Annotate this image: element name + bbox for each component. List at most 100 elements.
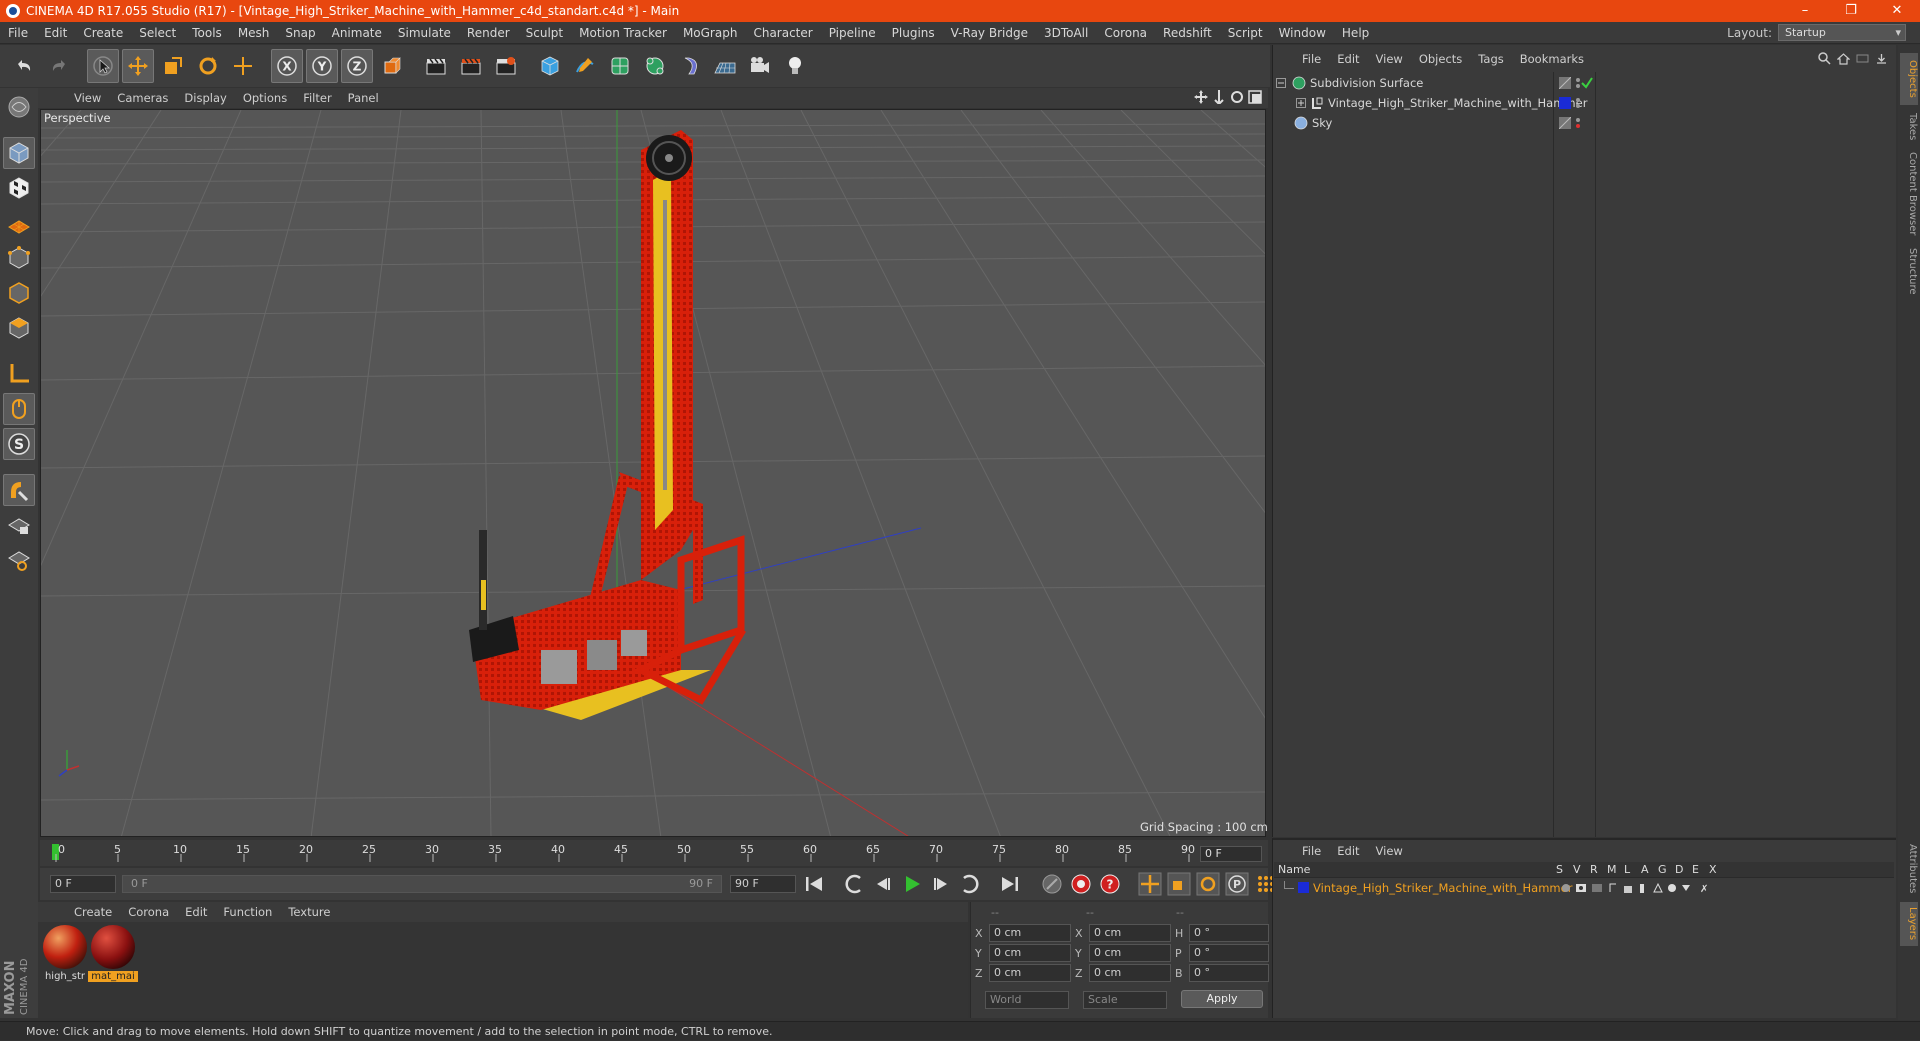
material-manager-area[interactable] <box>38 922 968 1018</box>
column-name[interactable]: Name <box>1278 863 1310 876</box>
menu-tools[interactable]: Tools <box>184 22 230 44</box>
material-menu-corona[interactable]: Corona <box>120 905 177 919</box>
autokey-icon[interactable] <box>1069 872 1093 896</box>
menu-sculpt[interactable]: Sculpt <box>518 22 571 44</box>
start-frame-field[interactable]: 0 F <box>50 875 116 893</box>
viewport-zoom-icon[interactable] <box>1212 90 1226 104</box>
object-row-sky[interactable]: Sky <box>1276 113 1890 132</box>
redo-button[interactable] <box>43 49 75 83</box>
tweak-mode-button[interactable] <box>3 393 35 425</box>
column-expressions[interactable]: E <box>1692 863 1699 876</box>
snapping-button[interactable]: S <box>3 428 35 460</box>
keyframe-selection-icon[interactable]: ? <box>1098 872 1122 896</box>
go-to-end-icon[interactable] <box>998 872 1022 896</box>
record-keys-icon[interactable] <box>1040 872 1064 896</box>
previous-key-icon[interactable] <box>842 872 866 896</box>
key-rotation-icon[interactable] <box>1196 872 1220 896</box>
move-tool-button[interactable] <box>122 49 154 83</box>
column-generators[interactable]: G <box>1658 863 1667 876</box>
layer-color-swatch[interactable] <box>1298 882 1309 893</box>
menu-help[interactable]: Help <box>1334 22 1377 44</box>
menu-select[interactable]: Select <box>131 22 184 44</box>
current-frame-field[interactable]: 0 F <box>1200 846 1262 862</box>
viewport-menu-cameras[interactable]: Cameras <box>109 91 176 105</box>
coordinate-mode-dropdown[interactable]: World <box>985 991 1069 1009</box>
material-swatch[interactable]: high_str <box>40 925 90 985</box>
layer-row[interactable]: Vintage_High_Striker_Machine_with_Hammer… <box>1274 879 1894 896</box>
object-row-subdivision-surface[interactable]: Subdivision Surface <box>1276 73 1890 92</box>
undo-button[interactable] <box>8 49 40 83</box>
material-menu-create[interactable]: Create <box>66 905 120 919</box>
key-position-icon[interactable] <box>1138 872 1162 896</box>
collapse-minus-icon[interactable] <box>1276 77 1286 88</box>
coordinate-system-button[interactable] <box>376 49 408 83</box>
viewport-pan-icon[interactable] <box>1194 90 1208 104</box>
layer-toggle-icons[interactable]: ✗ <box>1560 882 1740 894</box>
apply-button[interactable]: Apply <box>1181 990 1263 1008</box>
tab-content-browser[interactable]: Content Browser <box>1900 149 1918 239</box>
menu-3dtoall[interactable]: 3DToAll <box>1036 22 1096 44</box>
menu-pipeline[interactable]: Pipeline <box>821 22 884 44</box>
column-render[interactable]: R <box>1590 863 1598 876</box>
layer-name[interactable]: Vintage_High_Striker_Machine_with_Hammer <box>1313 881 1572 895</box>
menu-character[interactable]: Character <box>745 22 820 44</box>
minimize-button[interactable]: – <box>1782 0 1828 22</box>
visibility-dots-icon[interactable] <box>1575 96 1587 110</box>
locked-workplane-button[interactable] <box>3 544 35 576</box>
tab-takes[interactable]: Takes <box>1900 107 1918 147</box>
viewport-camera-label[interactable]: Perspective <box>44 111 111 125</box>
menu-script[interactable]: Script <box>1220 22 1271 44</box>
column-manager[interactable]: M <box>1607 863 1617 876</box>
position-z-field[interactable]: 0 cm <box>989 964 1071 982</box>
z-axis-lock-button[interactable]: Z <box>341 49 373 83</box>
tab-structure[interactable]: Structure <box>1900 243 1918 299</box>
polygons-mode-button[interactable] <box>3 312 35 344</box>
om-menu-edit[interactable]: Edit <box>1329 52 1367 66</box>
edges-mode-button[interactable] <box>3 277 35 309</box>
layout-dropdown[interactable]: Startup <box>1778 24 1906 41</box>
om-menu-tags[interactable]: Tags <box>1470 52 1511 66</box>
rotation-p-field[interactable]: 0 ° <box>1189 944 1269 962</box>
close-button[interactable]: ✕ <box>1874 0 1920 22</box>
menu-create[interactable]: Create <box>75 22 131 44</box>
object-name[interactable]: Sky <box>1312 116 1332 130</box>
lm-menu-file[interactable]: File <box>1294 844 1329 858</box>
deformer-button[interactable] <box>674 49 706 83</box>
workplane-mode-button[interactable] <box>3 207 35 239</box>
go-to-start-icon[interactable] <box>802 872 826 896</box>
tab-objects[interactable]: Objects <box>1900 53 1918 105</box>
column-animation[interactable]: A <box>1641 863 1649 876</box>
menu-animate[interactable]: Animate <box>324 22 390 44</box>
menu-snap[interactable]: Snap <box>277 22 323 44</box>
menu-mograph[interactable]: MoGraph <box>675 22 746 44</box>
previous-frame-icon[interactable] <box>871 872 895 896</box>
panel-maximize-icon[interactable] <box>1875 52 1888 65</box>
key-parameter-icon[interactable]: P <box>1225 872 1249 896</box>
menu-render[interactable]: Render <box>459 22 518 44</box>
viewport-menu-panel[interactable]: Panel <box>340 91 387 105</box>
om-menu-file[interactable]: File <box>1294 52 1329 66</box>
size-mode-dropdown[interactable]: Scale <box>1083 991 1167 1009</box>
key-scale-icon[interactable] <box>1167 872 1191 896</box>
frame-range-slider[interactable]: 0 F 90 F <box>122 875 722 893</box>
object-name[interactable]: Subdivision Surface <box>1310 76 1423 90</box>
y-axis-lock-button[interactable]: Y <box>306 49 338 83</box>
om-menu-bookmarks[interactable]: Bookmarks <box>1512 52 1592 66</box>
search-icon[interactable] <box>1818 52 1831 65</box>
size-z-field[interactable]: 0 cm <box>1089 964 1171 982</box>
camera-object-button[interactable] <box>744 49 776 83</box>
floor-object-button[interactable] <box>709 49 741 83</box>
make-editable-button[interactable] <box>3 91 35 123</box>
lm-menu-edit[interactable]: Edit <box>1329 844 1367 858</box>
home-icon[interactable] <box>1837 52 1850 65</box>
viewport-menu-options[interactable]: Options <box>235 91 295 105</box>
render-picture-viewer-button[interactable] <box>455 49 487 83</box>
material-menu-texture[interactable]: Texture <box>280 905 338 919</box>
render-view-button[interactable] <box>420 49 452 83</box>
menu-mesh[interactable]: Mesh <box>230 22 278 44</box>
next-frame-icon[interactable] <box>929 872 953 896</box>
om-menu-objects[interactable]: Objects <box>1411 52 1470 66</box>
menu-vray-bridge[interactable]: V-Ray Bridge <box>943 22 1036 44</box>
texture-mode-button[interactable] <box>3 172 35 204</box>
rotate-tool-button[interactable] <box>192 49 224 83</box>
